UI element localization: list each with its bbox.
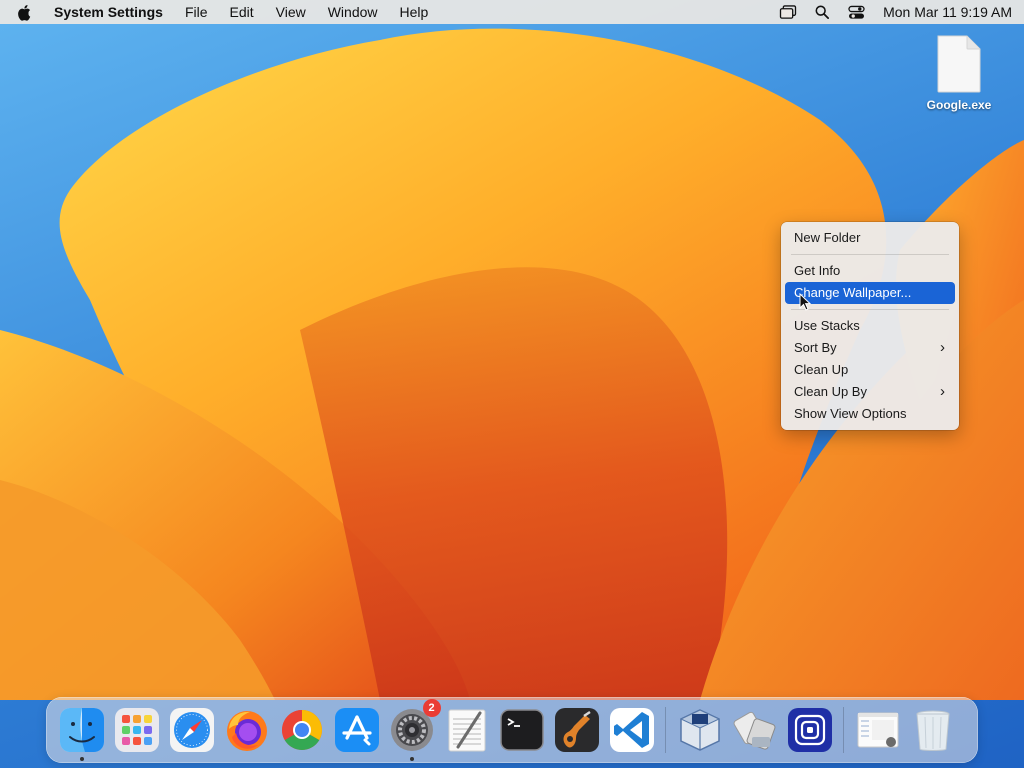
- system-settings-icon[interactable]: 2: [389, 699, 441, 761]
- menu-bar: System Settings File Edit View Window He…: [0, 0, 1024, 24]
- virtualbox-icon[interactable]: [677, 707, 723, 753]
- spotlight-search-icon[interactable]: [813, 4, 831, 20]
- menu-view[interactable]: View: [276, 4, 306, 20]
- running-indicator: [79, 757, 84, 761]
- migration-assistant-icon[interactable]: [732, 707, 778, 753]
- desktop-file-google-exe[interactable]: Google.exe: [918, 34, 1000, 112]
- launchpad-icon[interactable]: [114, 707, 160, 753]
- menu-item-use-stacks[interactable]: Use Stacks: [785, 315, 955, 337]
- running-indicator: [409, 757, 414, 761]
- menu-item-clean-up-by[interactable]: Clean Up By ›: [785, 381, 955, 403]
- menu-window[interactable]: Window: [328, 4, 378, 20]
- firefox-icon[interactable]: [224, 707, 270, 753]
- trash-icon[interactable]: [910, 707, 956, 753]
- menu-item-sort-by-label: Sort By: [794, 340, 837, 355]
- menu-separator: [791, 309, 949, 310]
- menu-item-get-info[interactable]: Get Info: [785, 260, 955, 282]
- chrome-icon[interactable]: [279, 707, 325, 753]
- menu-item-clean-up-by-label: Clean Up By: [794, 384, 867, 399]
- menubar-clock[interactable]: Mon Mar 11 9:19 AM: [883, 4, 1012, 20]
- garageband-icon[interactable]: [554, 707, 600, 753]
- downloads-stack-icon[interactable]: [855, 707, 901, 753]
- finder-icon[interactable]: [59, 707, 105, 761]
- menu-item-new-folder[interactable]: New Folder: [785, 227, 955, 249]
- apple-menu-icon[interactable]: [18, 3, 34, 21]
- menu-item-clean-up[interactable]: Clean Up: [785, 359, 955, 381]
- dock: 2: [46, 697, 978, 763]
- menu-help[interactable]: Help: [400, 4, 429, 20]
- dock-divider: [665, 707, 666, 753]
- menu-edit[interactable]: Edit: [230, 4, 254, 20]
- vscode-icon[interactable]: [609, 707, 655, 753]
- textedit-icon[interactable]: [444, 707, 490, 753]
- control-center-icon[interactable]: [847, 4, 865, 20]
- menu-item-sort-by[interactable]: Sort By ›: [785, 337, 955, 359]
- app-icon[interactable]: [787, 707, 833, 753]
- chevron-right-icon: ›: [940, 339, 945, 356]
- safari-icon[interactable]: [169, 707, 215, 753]
- menu-file[interactable]: File: [185, 4, 208, 20]
- menu-separator: [791, 254, 949, 255]
- notification-badge: 2: [422, 699, 441, 717]
- screen-mirroring-icon[interactable]: [779, 4, 797, 20]
- app-name-menu[interactable]: System Settings: [54, 4, 163, 20]
- chevron-right-icon: ›: [940, 383, 945, 400]
- desktop-file-label: Google.exe: [926, 98, 992, 112]
- document-file-icon: [937, 35, 981, 93]
- desktop-context-menu: New Folder Get Info Change Wallpaper... …: [781, 222, 959, 430]
- mouse-pointer-icon: [799, 293, 811, 311]
- dock-divider: [843, 707, 844, 753]
- app-store-icon[interactable]: [334, 707, 380, 753]
- terminal-icon[interactable]: [499, 707, 545, 753]
- menu-item-show-view-options[interactable]: Show View Options: [785, 403, 955, 425]
